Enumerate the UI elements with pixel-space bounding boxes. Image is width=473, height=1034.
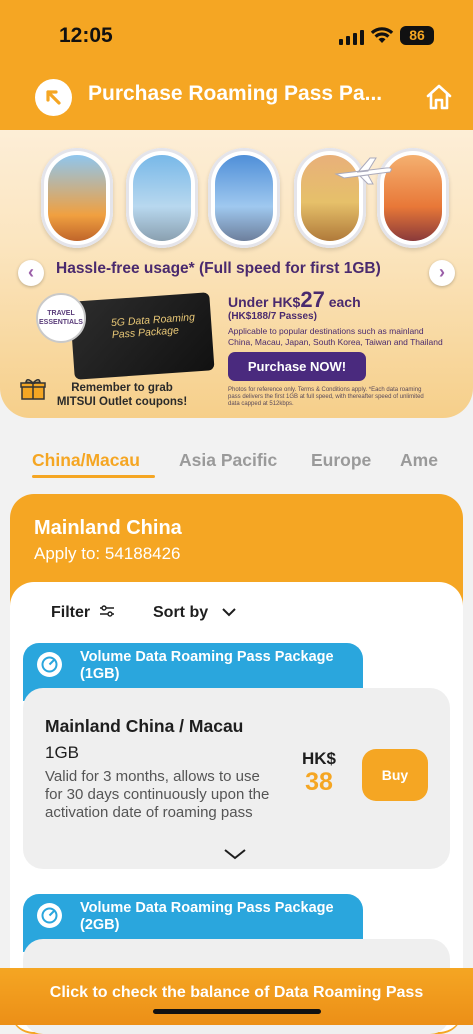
window-image-city [208, 148, 280, 248]
package-description: Valid for 3 months, allows to use for 30… [45, 768, 270, 821]
expand-chevron-icon[interactable] [223, 848, 247, 860]
home-indicator [153, 1009, 321, 1014]
window-image-taipei [126, 148, 198, 248]
back-arrow-icon [46, 90, 61, 105]
status-bar: 12:05 86 [0, 0, 473, 68]
package-data-size: 1GB [45, 743, 80, 762]
tab-americas[interactable]: Ame [400, 450, 438, 471]
package-list: Filter Sort by Volume Data Roaming Pass … [10, 582, 463, 1034]
gift-icon [20, 379, 46, 400]
window-image-shanghai [41, 148, 113, 248]
tab-china-macau[interactable]: China/Macau [32, 450, 140, 471]
travel-essentials-badge: TRAVEL ESSENTIALS [36, 293, 86, 343]
under-price-text: Under HK$27 each [228, 287, 361, 312]
chevron-down-icon [221, 608, 236, 617]
region-name: Mainland China [34, 517, 182, 539]
home-icon[interactable] [424, 82, 454, 112]
coupon-reminder: Remember to grab MITSUI Outlet coupons! [56, 382, 188, 408]
cellular-signal-icon [339, 29, 365, 45]
region-tabs: China/Macau Asia Pacific Europe Ame [0, 440, 473, 485]
page-title: Purchase Roaming Pass Pa... [88, 82, 383, 105]
speedometer-icon [37, 652, 62, 677]
promo-banner[interactable]: ‹ › Hassle-free usage* (Full speed for f… [0, 130, 473, 420]
region-panel: Mainland China Apply to: 54188426 Filter… [10, 494, 463, 1034]
back-button[interactable] [35, 79, 72, 116]
filter-button[interactable]: Filter [51, 604, 115, 622]
check-balance-label: Click to check the balance of Data Roami… [49, 984, 424, 1001]
package-type-label: Volume Data Roaming Pass Package (1GB) [80, 649, 334, 682]
package-type-label: Volume Data Roaming Pass Package (2GB) [80, 900, 334, 933]
airplane-icon [334, 157, 392, 185]
applicable-destinations: Applicable to popular destinations such … [228, 326, 443, 347]
apply-to-number: Apply to: 54188426 [34, 544, 181, 563]
package-details: Mainland China / Macau 1GB Valid for 3 m… [23, 688, 450, 869]
check-balance-bar[interactable]: Click to check the balance of Data Roami… [0, 968, 473, 1025]
banner-fine-print: Photos for reference only. Terms & Condi… [228, 387, 424, 407]
banner-next-button[interactable]: › [429, 260, 455, 286]
tab-europe[interactable]: Europe [311, 450, 371, 471]
filter-icon [99, 605, 114, 617]
sort-by-dropdown[interactable]: Sort by [153, 604, 237, 622]
buy-button[interactable]: Buy [362, 749, 428, 801]
status-time: 12:05 [59, 24, 113, 47]
package-card: Volume Data Roaming Pass Package (1GB) M… [23, 643, 450, 869]
tab-asia-pacific[interactable]: Asia Pacific [179, 450, 277, 471]
card-text: 5G Data Roaming Pass Package [110, 311, 196, 342]
purchase-now-button[interactable]: Purchase NOW! [228, 352, 366, 381]
speedometer-icon [37, 903, 62, 928]
app-header: 12:05 86 Purchase Roaming Pass Pa... [0, 0, 473, 130]
price-currency: HK$ [301, 749, 336, 768]
package-name: Mainland China / Macau [45, 716, 244, 736]
wifi-icon [370, 27, 394, 43]
under-price-sub: (HK$188/7 Passes) [228, 311, 317, 322]
battery-icon: 86 [400, 26, 434, 45]
package-price: 38 [305, 768, 333, 796]
banner-prev-button[interactable]: ‹ [18, 260, 44, 286]
data-pass-card-image: 5G Data Roaming Pass Package [69, 292, 215, 380]
active-tab-indicator [32, 475, 155, 478]
banner-headline: Hassle-free usage* (Full speed for first… [56, 260, 381, 277]
